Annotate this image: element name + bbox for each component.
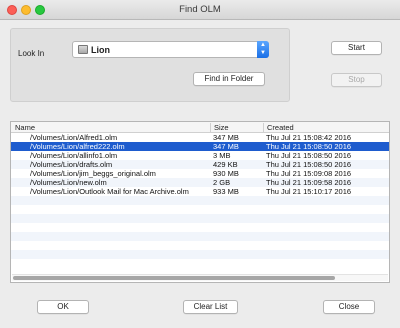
cell-created: Thu Jul 21 15:08:50 2016 bbox=[266, 160, 352, 169]
cell-size: 429 KB bbox=[213, 160, 238, 169]
cell-name: /Volumes/Lion/Alfred1.olm bbox=[30, 133, 118, 142]
table-row[interactable]: /Volumes/Lion/jim_beggs_original.olm 930 … bbox=[11, 169, 389, 178]
cell-size: 930 MB bbox=[213, 169, 239, 178]
table-header: Name Size Created bbox=[11, 122, 389, 133]
cell-name: /Volumes/Lion/Outlook Mail for Mac Archi… bbox=[30, 187, 189, 196]
cell-created: Thu Jul 21 15:09:58 2016 bbox=[266, 178, 352, 187]
cell-name: /Volumes/Lion/jim_beggs_original.olm bbox=[30, 169, 156, 178]
table-row[interactable]: /Volumes/Lion/allinfo1.olm 3 MB Thu Jul 21… bbox=[11, 151, 389, 160]
cell-name: /Volumes/Lion/alfred222.olm bbox=[30, 142, 125, 151]
cell-size: 3 MB bbox=[213, 151, 231, 160]
empty-table-row[interactable] bbox=[11, 241, 389, 250]
look-in-value: Lion bbox=[91, 45, 110, 55]
window-title: Find OLM bbox=[179, 4, 221, 15]
table-row[interactable]: /Volumes/Lion/Outlook Mail for Mac Archi… bbox=[11, 187, 389, 196]
column-divider[interactable] bbox=[210, 123, 211, 132]
start-button[interactable]: Start bbox=[331, 41, 382, 55]
hard-drive-icon bbox=[78, 45, 88, 54]
column-header-created[interactable]: Created bbox=[267, 123, 294, 132]
column-header-size[interactable]: Size bbox=[214, 123, 229, 132]
cell-created: Thu Jul 21 15:08:42 2016 bbox=[266, 133, 352, 142]
table-body: /Volumes/Lion/Alfred1.olm 347 MB Thu Jul 2… bbox=[11, 133, 389, 268]
column-divider[interactable] bbox=[263, 123, 264, 132]
cell-name: /Volumes/Lion/drafts.olm bbox=[30, 160, 113, 169]
find-in-folder-button[interactable]: Find in Folder bbox=[193, 72, 265, 86]
results-table: Name Size Created /Volumes/Lion/Alfred1.… bbox=[10, 121, 390, 283]
cell-created: Thu Jul 21 15:10:17 2016 bbox=[266, 187, 352, 196]
empty-table-row[interactable] bbox=[11, 214, 389, 223]
search-options-group: Look In Lion ▲ ▼ bbox=[10, 28, 290, 102]
cell-size: 347 MB bbox=[213, 133, 239, 142]
cell-size: 347 MB bbox=[213, 142, 239, 151]
chevron-up-down-icon[interactable]: ▲ ▼ bbox=[257, 41, 269, 58]
cell-name: /Volumes/Lion/allinfo1.olm bbox=[30, 151, 118, 160]
empty-table-row[interactable] bbox=[11, 196, 389, 205]
clear-list-button[interactable]: Clear List bbox=[183, 300, 238, 314]
table-row[interactable]: /Volumes/Lion/alfred222.olm 347 MB Thu Jul… bbox=[11, 142, 389, 151]
table-row[interactable]: /Volumes/Lion/new.olm 2 GB Thu Jul 21 15:0… bbox=[11, 178, 389, 187]
scrollbar-thumb[interactable] bbox=[13, 276, 335, 280]
ok-button[interactable]: OK bbox=[37, 300, 89, 314]
table-row[interactable]: /Volumes/Lion/Alfred1.olm 347 MB Thu Jul 2… bbox=[11, 133, 389, 142]
close-button[interactable]: Close bbox=[323, 300, 375, 314]
look-in-label: Look In bbox=[18, 49, 45, 58]
table-row[interactable]: /Volumes/Lion/drafts.olm 429 KB Thu Jul 21… bbox=[11, 160, 389, 169]
look-in-popup[interactable]: Lion ▲ ▼ bbox=[72, 41, 269, 58]
stop-button[interactable]: Stop bbox=[331, 73, 382, 87]
empty-table-row[interactable] bbox=[11, 205, 389, 214]
empty-table-row[interactable] bbox=[11, 250, 389, 259]
cell-created: Thu Jul 21 15:08:50 2016 bbox=[266, 142, 352, 151]
cell-size: 933 MB bbox=[213, 187, 239, 196]
empty-table-row[interactable] bbox=[11, 259, 389, 268]
title-bar: Find OLM bbox=[0, 0, 400, 20]
cell-size: 2 GB bbox=[213, 178, 231, 187]
cell-created: Thu Jul 21 15:09:08 2016 bbox=[266, 169, 352, 178]
cell-created: Thu Jul 21 15:08:50 2016 bbox=[266, 151, 352, 160]
empty-table-row[interactable] bbox=[11, 232, 389, 241]
horizontal-scrollbar[interactable] bbox=[12, 274, 388, 281]
empty-table-row[interactable] bbox=[11, 223, 389, 232]
cell-name: /Volumes/Lion/new.olm bbox=[30, 178, 107, 187]
column-header-name[interactable]: Name bbox=[15, 123, 35, 132]
